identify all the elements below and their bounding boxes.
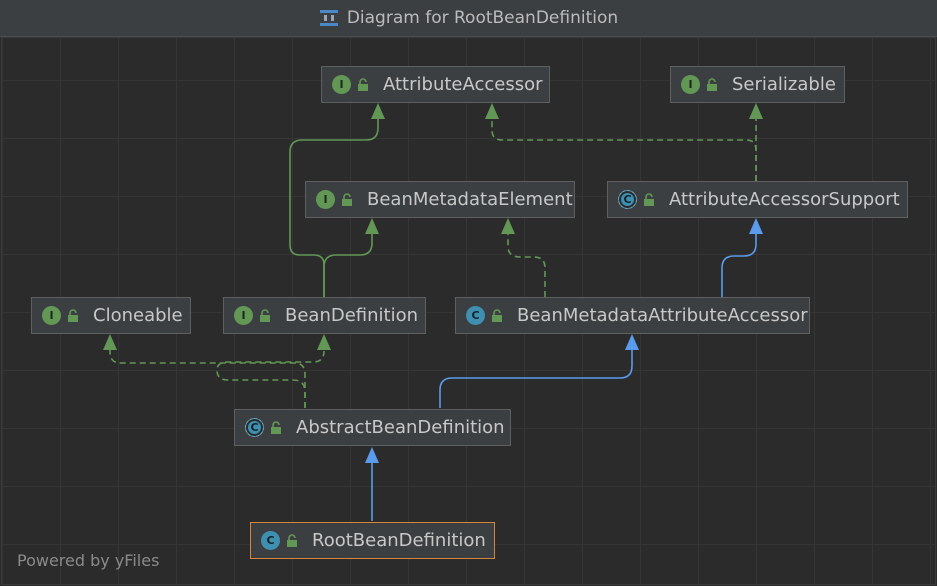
lock-open-icon	[287, 533, 297, 547]
powered-by-label: Powered by yFiles	[17, 551, 160, 570]
arrow-beanmetadataelement	[365, 218, 379, 234]
node-cloneable[interactable]: I Cloneable	[31, 297, 191, 334]
arrow-beandefinition	[317, 334, 331, 350]
lock-open-icon	[707, 77, 717, 91]
arrow-serializable	[749, 103, 763, 119]
interface-icon: I	[42, 306, 61, 325]
arrow-bmaa-aas	[749, 218, 763, 234]
node-label: Serializable	[732, 74, 836, 95]
node-label: AttributeAccessor	[383, 74, 543, 95]
lock-open-icon	[68, 308, 78, 322]
arrow-bmaa	[625, 334, 639, 350]
interface-icon: I	[332, 75, 351, 94]
node-abstract-bean-definition[interactable]: C AbstractBeanDefinition	[234, 409, 511, 446]
node-bean-definition[interactable]: I BeanDefinition	[223, 297, 426, 334]
interface-icon: I	[316, 190, 335, 209]
arrow-bmaa-bme	[501, 218, 515, 234]
abstract-class-icon: C	[245, 418, 264, 437]
edge-abd-beandefinition	[216, 350, 325, 408]
arrow-abd	[365, 447, 379, 463]
node-label: BeanMetadataElement	[367, 189, 573, 210]
edge-bmaa-bme	[507, 234, 546, 297]
node-serializable[interactable]: I Serializable	[670, 66, 845, 103]
lock-open-icon	[492, 308, 502, 322]
lock-open-icon	[644, 192, 654, 206]
lock-open-icon	[260, 308, 270, 322]
arrow-cloneable	[103, 334, 117, 350]
edge-abd-bmaa	[439, 350, 633, 408]
lock-open-icon	[342, 192, 352, 206]
lock-open-icon	[358, 77, 368, 91]
class-icon: C	[466, 306, 485, 325]
arrow-attributeaccessor	[371, 103, 385, 119]
interface-icon: I	[681, 75, 700, 94]
node-attribute-accessor-support[interactable]: C AttributeAccessorSupport	[607, 181, 908, 218]
node-label: Cloneable	[93, 305, 183, 326]
edge-beandefinition-beanmetadataelement	[323, 234, 373, 297]
class-icon: C	[261, 531, 280, 550]
node-bean-metadata-element[interactable]: I BeanMetadataElement	[305, 181, 575, 218]
edge-bmaa-aas	[721, 234, 757, 297]
node-label: AttributeAccessorSupport	[669, 189, 900, 210]
arrow-aas-attributeaccessor	[485, 103, 499, 119]
edge-aas-attributeaccessor	[491, 118, 757, 181]
interface-icon: I	[234, 306, 253, 325]
abstract-class-icon: C	[618, 190, 637, 209]
node-bean-metadata-attribute-accessor[interactable]: C BeanMetadataAttributeAccessor	[455, 297, 810, 334]
node-label: AbstractBeanDefinition	[296, 417, 505, 438]
lock-open-icon	[271, 420, 281, 434]
node-root-bean-definition[interactable]: C RootBeanDefinition	[250, 522, 495, 559]
node-label: BeanDefinition	[285, 305, 419, 326]
node-label: RootBeanDefinition	[312, 530, 486, 551]
node-label: BeanMetadataAttributeAccessor	[517, 305, 808, 326]
edge-abd-cloneable	[109, 349, 306, 408]
node-attribute-accessor[interactable]: I AttributeAccessor	[321, 66, 550, 103]
